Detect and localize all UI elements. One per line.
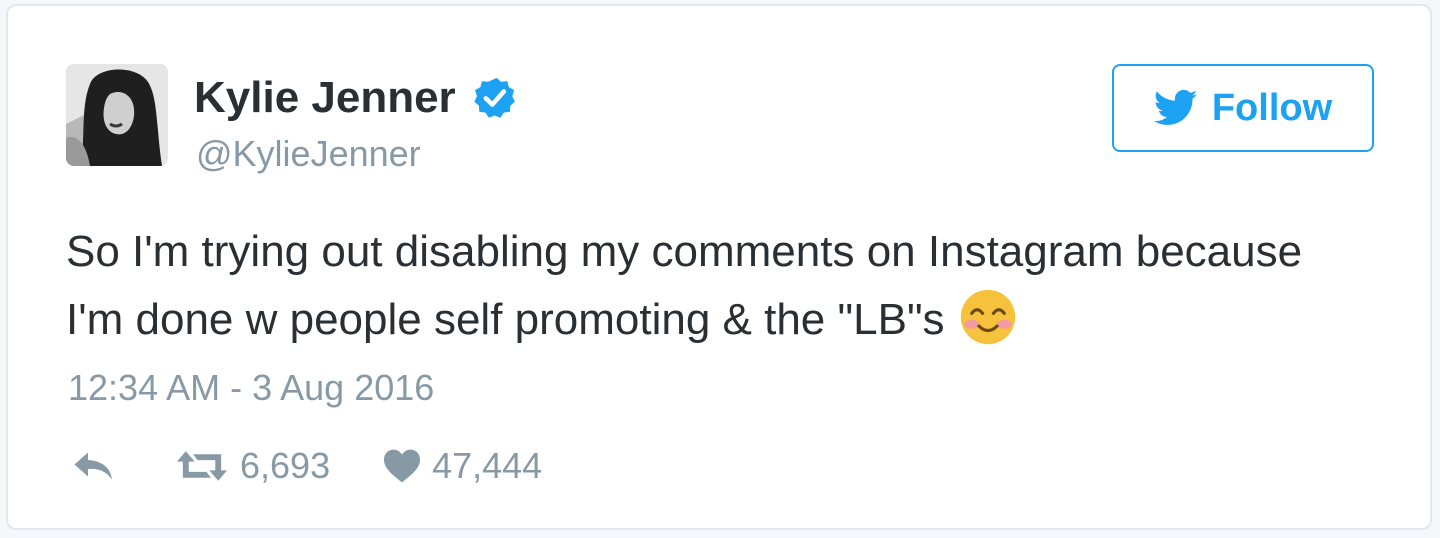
- follow-label: Follow: [1211, 87, 1333, 129]
- author-name-row: Kylie Jenner: [194, 70, 518, 126]
- smiling-face-emoji-icon: [960, 289, 1015, 345]
- author-handle[interactable]: @KylieJenner: [196, 130, 421, 178]
- tweet-card: Kylie Jenner @KylieJenner Follow So I'm …: [6, 4, 1432, 530]
- retweet-count: 6,693: [240, 445, 331, 486]
- author-name[interactable]: Kylie Jenner: [194, 70, 456, 126]
- retweet-button[interactable]: 6,693: [174, 442, 330, 490]
- like-count: 47,444: [432, 445, 543, 486]
- reply-button[interactable]: [70, 448, 118, 484]
- reply-icon: [74, 452, 112, 480]
- avatar-image: [66, 64, 168, 166]
- tweet-text: So I'm trying out disabling my comments …: [66, 218, 1396, 354]
- heart-icon: [384, 449, 421, 483]
- tweet-timestamp[interactable]: 12:34 AM - 3 Aug 2016: [68, 364, 434, 412]
- verified-badge-icon: [473, 77, 515, 118]
- follow-button[interactable]: Follow: [1112, 64, 1374, 152]
- retweet-icon: [176, 451, 228, 481]
- tweet-text-line: So I'm trying out disabling my comments …: [66, 227, 1303, 276]
- tweet-actions: 6,693 47,444: [70, 440, 542, 492]
- avatar[interactable]: [66, 64, 168, 166]
- twitter-bird-icon: [1153, 89, 1198, 125]
- tweet-text-line: I'm done w people self promoting & the "…: [66, 295, 945, 344]
- like-button[interactable]: 47,444: [382, 442, 542, 490]
- tweet-text-line-with-emoji: I'm done w people self promoting & the "…: [66, 286, 1396, 354]
